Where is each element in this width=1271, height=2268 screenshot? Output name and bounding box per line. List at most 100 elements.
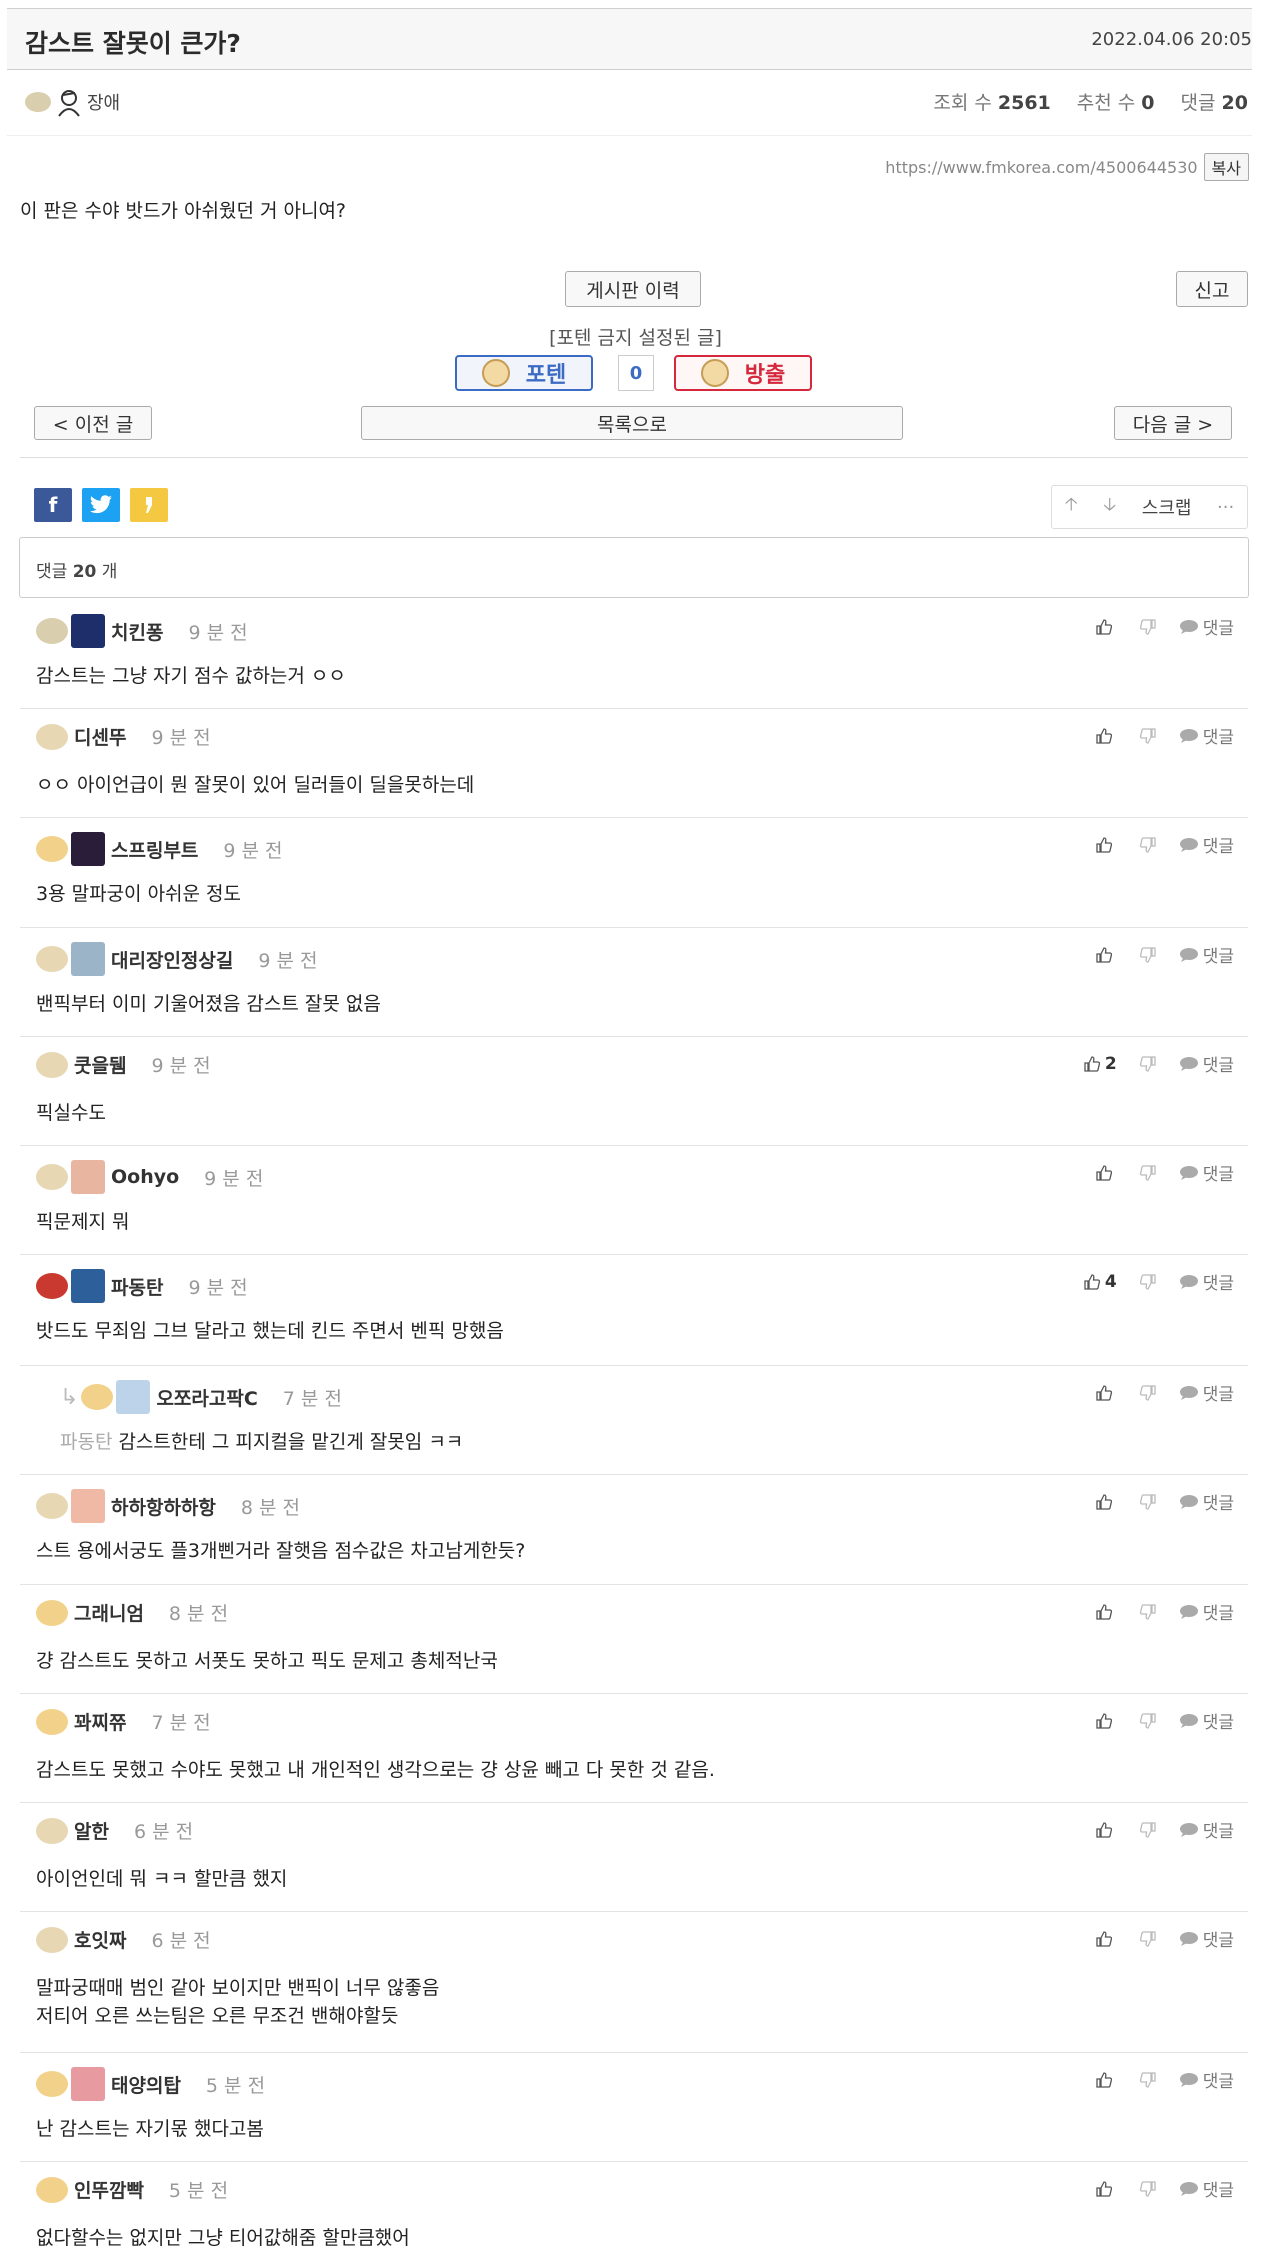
copy-url-button[interactable]: 복사 bbox=[1203, 153, 1249, 181]
dislike-button[interactable] bbox=[1139, 727, 1157, 745]
reply-button[interactable]: 댓글 bbox=[1179, 1051, 1234, 1076]
speech-bubble-icon bbox=[1179, 1494, 1199, 1510]
avatar bbox=[71, 832, 105, 866]
reply-button[interactable]: 댓글 bbox=[1179, 1817, 1234, 1842]
dislike-button[interactable] bbox=[1139, 1273, 1157, 1291]
like-button[interactable] bbox=[1095, 1164, 1117, 1182]
thumbs-down-icon bbox=[1139, 2071, 1157, 2089]
dislike-button[interactable] bbox=[1139, 1712, 1157, 1730]
comment-author[interactable]: 그래니엄 bbox=[74, 1599, 144, 1626]
reply-button[interactable]: 댓글 bbox=[1179, 1926, 1234, 1951]
comment-author[interactable]: 오쪼라고팍C bbox=[156, 1384, 257, 1411]
level-icon bbox=[25, 92, 51, 112]
comment-author[interactable]: 쿳을뒘 bbox=[74, 1051, 126, 1078]
comment-item: Oohyo 9 분 전 픽문제지 뭐 댓글 bbox=[20, 1146, 1248, 1255]
comment-author[interactable]: 호잇짜 bbox=[74, 1926, 126, 1953]
comment-author[interactable]: 하하항하하항 bbox=[111, 1493, 216, 1520]
prev-post-button[interactable]: < 이전 글 bbox=[34, 406, 152, 440]
comment-author[interactable]: 태양의탑 bbox=[111, 2071, 181, 2098]
like-button[interactable] bbox=[1095, 618, 1117, 636]
comment-text: 아이언인데 뭐 ㅋㅋ 할만큼 했지 bbox=[36, 1868, 288, 1890]
comment-author[interactable]: 파동탄 bbox=[111, 1273, 163, 1300]
kakao-share-button[interactable] bbox=[130, 488, 168, 522]
report-button[interactable]: 신고 bbox=[1176, 271, 1248, 307]
thumbs-up-icon bbox=[1095, 1603, 1113, 1621]
like-button[interactable] bbox=[1095, 2180, 1117, 2198]
like-button[interactable] bbox=[1095, 1821, 1117, 1839]
like-button[interactable] bbox=[1095, 727, 1117, 745]
dislike-button[interactable] bbox=[1139, 946, 1157, 964]
speech-bubble-icon bbox=[1179, 1822, 1199, 1838]
comment-time: 9 분 전 bbox=[188, 621, 248, 644]
next-post-button[interactable]: 다음 글 > bbox=[1114, 406, 1232, 440]
poten-button[interactable]: 포텐 bbox=[455, 355, 593, 391]
comment-author[interactable]: 치킨퐁 bbox=[111, 618, 163, 645]
comment-time: 9 분 전 bbox=[204, 1167, 264, 1190]
thumbs-down-icon bbox=[1139, 1493, 1157, 1511]
dislike-button[interactable] bbox=[1139, 2180, 1157, 2198]
like-button[interactable] bbox=[1095, 1493, 1117, 1511]
banish-button[interactable]: 방출 bbox=[674, 355, 812, 391]
reply-button[interactable]: 댓글 bbox=[1179, 1708, 1234, 1733]
dislike-button[interactable] bbox=[1139, 2071, 1157, 2089]
thumbs-down-icon bbox=[1139, 727, 1157, 745]
reply-button[interactable]: 댓글 bbox=[1179, 723, 1234, 748]
reply-target[interactable]: 파동탄 bbox=[60, 1431, 112, 1453]
level-icon bbox=[36, 836, 68, 862]
scrap-button[interactable]: 스크랩 bbox=[1142, 494, 1192, 520]
like-button[interactable]: 4 bbox=[1083, 1272, 1117, 1292]
twitter-share-button[interactable] bbox=[82, 488, 120, 522]
thumbs-down-icon bbox=[1139, 618, 1157, 636]
like-button[interactable] bbox=[1095, 2071, 1117, 2089]
reply-button[interactable]: 댓글 bbox=[1179, 1160, 1234, 1185]
reply-button[interactable]: 댓글 bbox=[1179, 1489, 1234, 1514]
like-button[interactable]: 2 bbox=[1083, 1054, 1117, 1074]
dislike-button[interactable] bbox=[1139, 1930, 1157, 1948]
dislike-button[interactable] bbox=[1139, 1821, 1157, 1839]
comment-header: 치킨퐁 9 분 전 bbox=[36, 614, 248, 648]
reply-button[interactable]: 댓글 bbox=[1179, 614, 1234, 639]
comment-author[interactable]: 알한 bbox=[74, 1817, 109, 1844]
reply-button[interactable]: 댓글 bbox=[1179, 2067, 1234, 2092]
dislike-button[interactable] bbox=[1139, 1603, 1157, 1621]
dislike-button[interactable] bbox=[1139, 1164, 1157, 1182]
reply-button[interactable]: 댓글 bbox=[1179, 1269, 1234, 1294]
reply-button[interactable]: 댓글 bbox=[1179, 2176, 1234, 2201]
dislike-button[interactable] bbox=[1139, 1055, 1157, 1073]
like-count: 2 bbox=[1104, 1053, 1117, 1074]
more-options-icon[interactable]: ··· bbox=[1217, 497, 1234, 518]
comment-header: 호잇짜 6 분 전 bbox=[36, 1926, 211, 1953]
like-button[interactable] bbox=[1095, 1930, 1117, 1948]
comment-author[interactable]: 스프링부트 bbox=[111, 836, 198, 863]
like-button[interactable] bbox=[1095, 946, 1117, 964]
comment-author[interactable]: Oohyo bbox=[111, 1166, 179, 1188]
dislike-button[interactable] bbox=[1139, 836, 1157, 854]
comment-author[interactable]: 꽈찌쮸 bbox=[74, 1708, 126, 1735]
comment-actions: 4 댓글 bbox=[1083, 1269, 1234, 1294]
like-button[interactable] bbox=[1095, 1603, 1117, 1621]
comment-author[interactable]: 디센뚜 bbox=[74, 723, 126, 750]
comment-author[interactable]: 대리장인정상길 bbox=[111, 946, 233, 973]
scroll-down-icon[interactable]: 🡣 bbox=[1103, 492, 1116, 522]
like-button[interactable] bbox=[1095, 836, 1117, 854]
reply-button[interactable]: 댓글 bbox=[1179, 832, 1234, 857]
comment-author[interactable]: 인뚜깜빡 bbox=[74, 2176, 144, 2203]
dislike-button[interactable] bbox=[1139, 1493, 1157, 1511]
list-button[interactable]: 목록으로 bbox=[361, 406, 903, 440]
comment-time: 9 분 전 bbox=[223, 839, 283, 862]
post-author[interactable]: 장애 bbox=[25, 87, 120, 117]
board-history-button[interactable]: 게시판 이력 bbox=[565, 271, 701, 307]
post-url[interactable]: https://www.fmkorea.com/4500644530 bbox=[885, 158, 1197, 177]
reply-button[interactable]: 댓글 bbox=[1179, 942, 1234, 967]
dislike-button[interactable] bbox=[1139, 1384, 1157, 1402]
comment-text: 밧드도 무죄임 그브 달라고 했는데 킨드 주면서 벤픽 망했음 bbox=[36, 1320, 504, 1342]
like-button[interactable] bbox=[1095, 1384, 1117, 1402]
like-button[interactable] bbox=[1095, 1712, 1117, 1730]
scroll-up-icon[interactable]: 🡡 bbox=[1065, 492, 1078, 522]
facebook-share-button[interactable]: f bbox=[34, 488, 72, 522]
comment-text: 걍 감스트도 못하고 서폿도 못하고 픽도 문제고 총체적난국 bbox=[36, 1650, 498, 1672]
reply-button[interactable]: 댓글 bbox=[1179, 1599, 1234, 1624]
reply-button[interactable]: 댓글 bbox=[1179, 1380, 1234, 1405]
comment-header: 스프링부트 9 분 전 bbox=[36, 832, 283, 866]
dislike-button[interactable] bbox=[1139, 618, 1157, 636]
